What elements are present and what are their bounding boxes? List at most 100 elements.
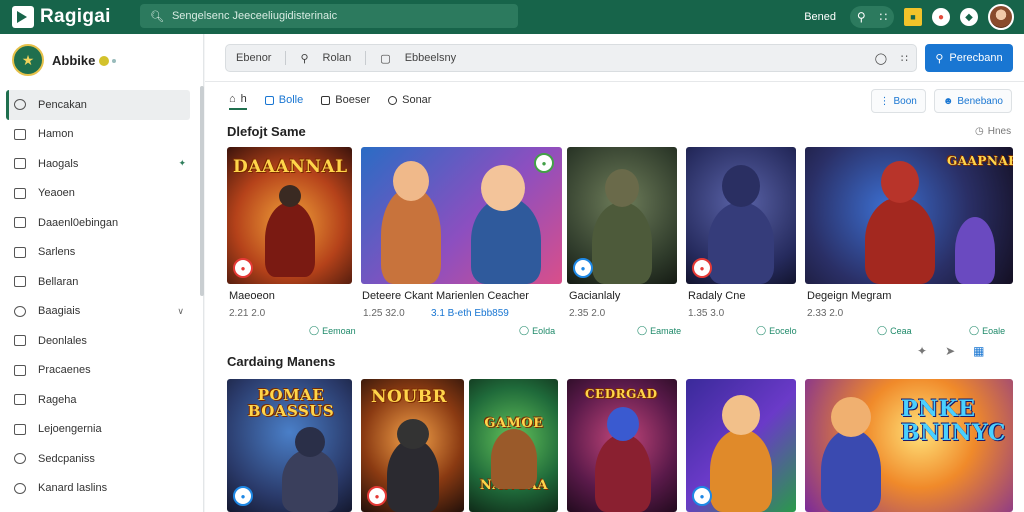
sidebar-item-pencakan[interactable]: Pencakan [6, 90, 190, 120]
game-title: Degeign Megram [807, 290, 892, 302]
tab-bar: ⌂ h Bolle Boeser Sonar [229, 90, 431, 110]
options-icon[interactable]: ∷ [901, 52, 908, 65]
tab-bolle[interactable]: Bolle [264, 90, 303, 110]
filter-bar[interactable]: Ebenor ⚲ Rolan ▢ Ebbeelsny ◯ ∷ [225, 44, 917, 72]
benebano-button[interactable]: ☻ Benebano [933, 89, 1012, 113]
sidebar-item-label: Sedcpaniss [38, 452, 95, 465]
section-title-featured: Dlefojt Same [227, 124, 306, 139]
pin-icon: ✦ [178, 158, 186, 169]
character-figure [491, 429, 537, 489]
info-icon: ◯ [309, 325, 320, 335]
search-icon: 🔍︎ [150, 10, 164, 23]
top-bar: Ragigai 🔍︎ Sengelsenc Jeeceeliugidisteri… [0, 0, 1024, 34]
game-thumbnail[interactable]: NOUBR ● [361, 379, 464, 512]
sidebar-item-hamon[interactable]: Hamon [6, 120, 190, 150]
sidebar-item-daaenl[interactable]: Daaenl0ebingan [6, 208, 190, 238]
primary-search-button[interactable]: ⚲ Perecbann [925, 44, 1013, 72]
tab-sonar[interactable]: Sonar [388, 90, 431, 110]
tab-home[interactable]: ⌂ h [229, 90, 247, 110]
filter-field-3[interactable]: Ebbeelsny [405, 52, 456, 64]
sidebar-item-label: Kanard laslins [38, 482, 108, 495]
character-figure [821, 429, 881, 512]
pin-icon[interactable]: ✦ [917, 344, 927, 358]
info-icon: ◯ [519, 325, 530, 335]
filter-divider [365, 51, 367, 65]
game-link-label: Ceaa [890, 325, 912, 336]
game-thumbnail[interactable]: PNKE BNINYC [805, 379, 1013, 512]
sidebar-item-label: Baagiais [38, 305, 81, 318]
game-link[interactable]: ◯ Eoale [969, 325, 1005, 336]
game-title: Radaly Cne [688, 290, 746, 302]
game-link[interactable]: ◯ Eemoan [309, 325, 356, 336]
status-dot-small-icon [112, 59, 117, 64]
sidebar-item-kanard[interactable]: Kanard laslins [6, 474, 190, 504]
quick-search-button[interactable]: ⚲ ∷ [850, 6, 894, 28]
sidebar-item-yeaoen[interactable]: Yeaoen [6, 179, 190, 209]
game-link[interactable]: ◯ Eolda [519, 325, 555, 336]
sidebar-item-bellaran[interactable]: Bellaran [6, 267, 190, 297]
chevron-down-icon[interactable]: ∨ [177, 306, 184, 317]
game-thumbnail[interactable]: POMAE BOASSUS ● [227, 379, 352, 512]
character-figure [955, 217, 995, 284]
game-meta: 2.21 2.0 [229, 308, 266, 319]
notification-icon[interactable]: ● [932, 8, 950, 26]
wallet-icon[interactable]: ■ [904, 8, 922, 26]
user-avatar[interactable] [988, 4, 1014, 30]
status-dot-icon [99, 56, 110, 67]
boon-button[interactable]: ⋮ Boon [870, 89, 926, 113]
sidebar-item-sedcpaniss[interactable]: Sedcpaniss [6, 444, 190, 474]
game-badge-icon: ● [573, 258, 593, 278]
folder-icon [14, 128, 26, 140]
game-thumbnail[interactable]: ● [567, 147, 677, 284]
game-link[interactable]: ◯ Eamate [637, 325, 681, 336]
main-content: Ebenor ⚲ Rolan ▢ Ebbeelsny ◯ ∷ ⚲ Perecba… [205, 34, 1024, 512]
game-thumbnail[interactable]: ● [686, 147, 796, 284]
game-thumbnail[interactable]: ● [361, 147, 562, 284]
profile-header[interactable]: ★ Abbike [12, 44, 117, 76]
sidebar-item-sarlens[interactable]: Sarlens [6, 238, 190, 268]
sidebar-item-label: Deonlales [38, 334, 87, 347]
sidebar-item-rageha[interactable]: Rageha [6, 385, 190, 415]
filter-bar-actions: ◯ ∷ [875, 52, 908, 65]
tag-icon: ▢ [380, 52, 391, 65]
game-thumbnail[interactable]: GAAPNAE [805, 147, 1013, 284]
game-link-label: Eamate [650, 325, 682, 336]
global-search-input[interactable]: 🔍︎ Sengelsenc Jeeceeliugidisterinaic [140, 4, 518, 28]
game-badge-icon: ● [692, 486, 712, 506]
game-art-title: PNKE BNINYC [901, 396, 1006, 446]
grid-icon[interactable]: ▦ [973, 344, 984, 358]
filter-field-1[interactable]: Ebenor [236, 52, 271, 64]
top-user-label[interactable]: Bened [804, 11, 836, 23]
character-figure [710, 429, 772, 512]
game-thumbnail[interactable]: DAAANNAL ● [227, 147, 352, 284]
share-icon[interactable]: ➤ [945, 344, 955, 358]
currency-icon[interactable]: ◆ [960, 8, 978, 26]
clear-icon[interactable]: ◯ [875, 52, 887, 65]
game-thumbnail[interactable]: CEDRGAD [567, 379, 677, 512]
info-icon: ◯ [756, 325, 767, 335]
character-head [481, 165, 525, 211]
sidebar-item-label: Yeaoen [38, 187, 75, 200]
sidebar-item-label: Hamon [38, 128, 74, 141]
section-title-trending: Cardaing Manens [227, 354, 336, 369]
sidebar-item-baagiais[interactable]: Baagiais ∨ [6, 297, 190, 327]
sidebar-item-pracaenes[interactable]: Pracaenes [6, 356, 190, 386]
filter-field-2[interactable]: Rolan [323, 52, 352, 64]
game-thumbnail[interactable]: ● [686, 379, 796, 512]
tools-icon [14, 335, 26, 347]
game-thumbnail[interactable]: GAMOE NANGAA [469, 379, 558, 512]
sidebar-item-deonlales[interactable]: Deonlales [6, 326, 190, 356]
settings-icon [14, 453, 26, 465]
sidebar-item-lejoengernia[interactable]: Lejoengernia [6, 415, 190, 445]
filter-divider [285, 51, 287, 65]
game-art-title: GAAPNAE [947, 154, 1013, 168]
section-view-all[interactable]: ◷ Hnes [975, 126, 1011, 137]
game-link-label: Eemoan [322, 325, 356, 336]
search-icon: ⚲ [935, 52, 944, 65]
game-link[interactable]: ◯ Eocelo [756, 325, 797, 336]
tab-boeser[interactable]: Boeser [321, 90, 370, 110]
sidebar-item-haogals[interactable]: Haogals ✦ [6, 149, 190, 179]
app-logo[interactable]: Ragigai [12, 6, 111, 28]
game-link[interactable]: ◯ Ceaa [877, 325, 912, 336]
sidebar-scrollbar[interactable] [200, 86, 204, 296]
